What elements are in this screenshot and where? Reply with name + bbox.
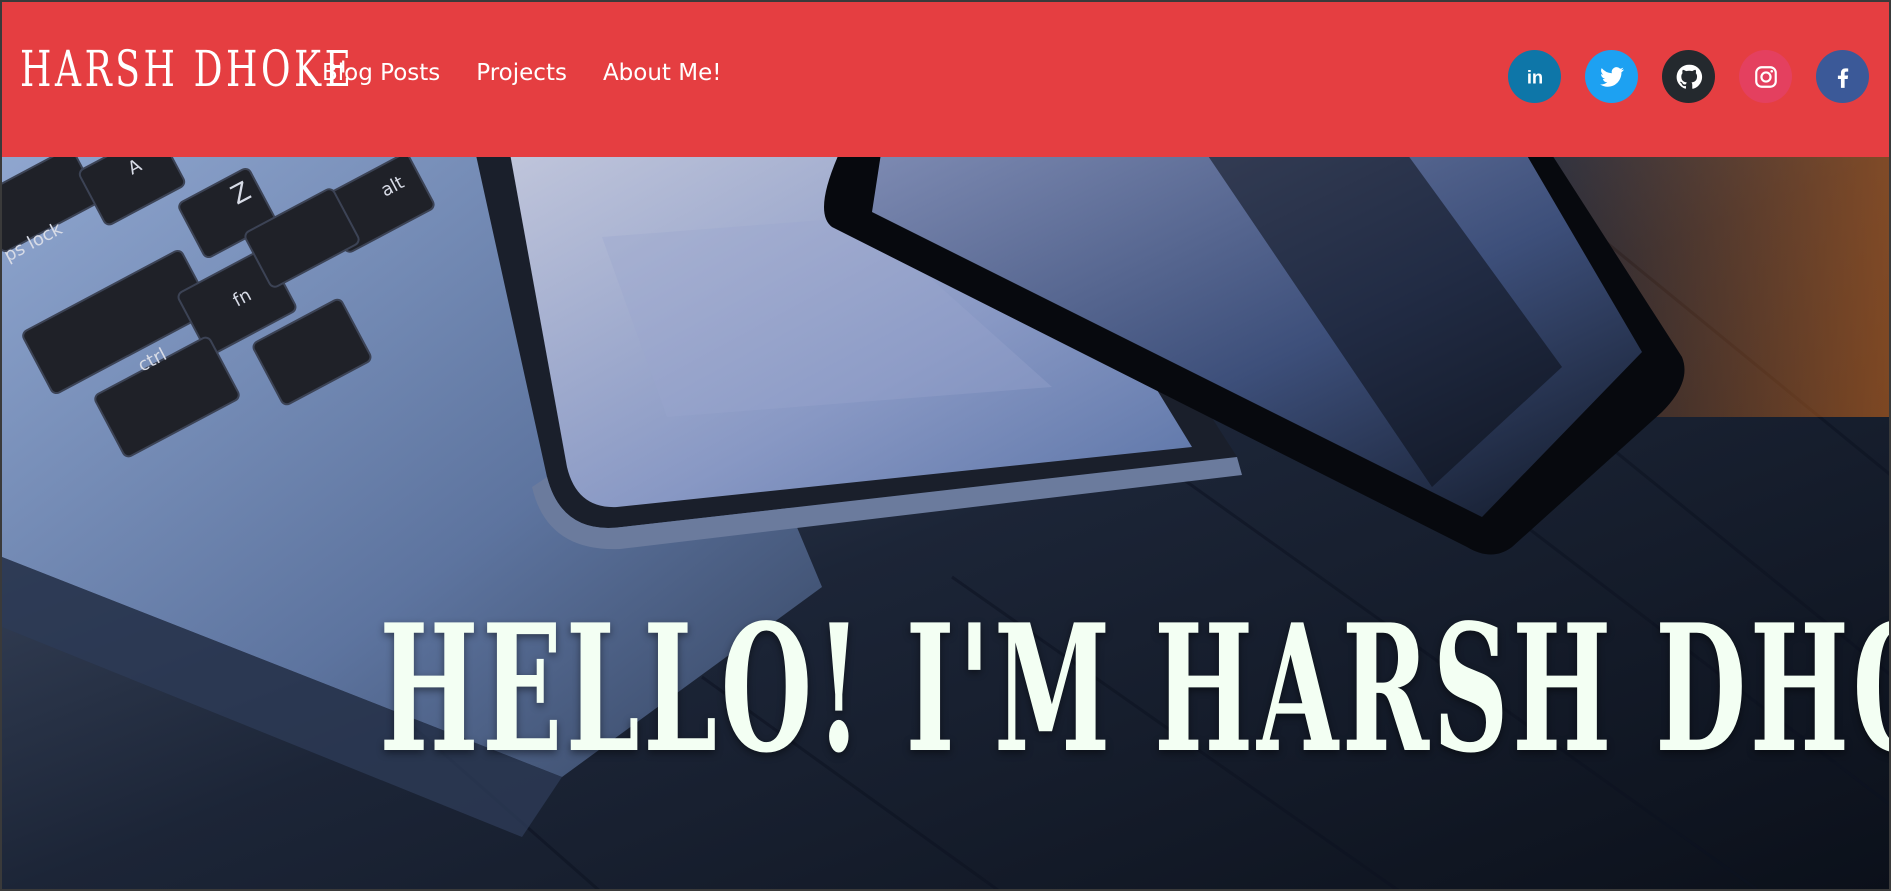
twitter-button[interactable] (1585, 50, 1638, 103)
hero-section: ps lock A Z alt fn ctrl Hello! I'm Harsh… (2, 157, 1889, 889)
hero-title: Hello! I'm Harsh Dhoke. (379, 587, 1889, 792)
instagram-button[interactable] (1739, 50, 1792, 103)
nav-links: Blog Posts Projects About Me! (322, 62, 721, 85)
twitter-icon (1599, 64, 1625, 90)
instagram-icon (1753, 64, 1779, 90)
nav-link-projects[interactable]: Projects (476, 62, 567, 85)
github-icon (1675, 63, 1703, 91)
linkedin-icon: in (1522, 64, 1548, 90)
social-links: in (1508, 50, 1869, 103)
svg-text:in: in (1526, 66, 1542, 87)
facebook-icon (1830, 64, 1856, 90)
nav-link-blog-posts[interactable]: Blog Posts (322, 62, 440, 85)
nav-link-about-me[interactable]: About Me! (603, 62, 722, 85)
brand-logo[interactable]: Harsh Dhoke (20, 44, 355, 94)
facebook-button[interactable] (1816, 50, 1869, 103)
navbar: Harsh Dhoke Blog Posts Projects About Me… (2, 2, 1889, 157)
linkedin-button[interactable]: in (1508, 50, 1561, 103)
github-button[interactable] (1662, 50, 1715, 103)
browser-viewport: Harsh Dhoke Blog Posts Projects About Me… (0, 0, 1891, 891)
